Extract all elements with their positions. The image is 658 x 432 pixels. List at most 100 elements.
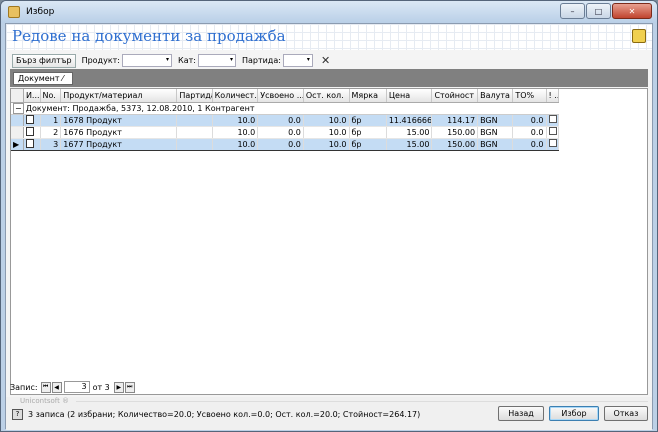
cell-no: 2 [40,126,62,139]
group-by-document-chip[interactable]: Документ ⁄ [13,71,73,85]
cell-value: 150.00 [431,126,479,139]
col-header-rest[interactable]: Ост. кол. [303,89,350,103]
bottom-panel: Unicontsoft ® ? 3 записа (2 избрани; Кол… [6,397,652,430]
note-icon[interactable] [632,29,646,43]
cell-to-percent: 0.0 [512,126,547,139]
group-by-panel: Документ ⁄ [10,69,648,87]
cat-filter-combo[interactable]: ▾ [197,54,236,67]
row-doc-icon-cell [23,126,41,139]
row-header-corner [11,89,24,103]
cell-quantity: 10.0 [212,137,259,151]
chevron-down-icon: ▾ [229,56,233,63]
quick-filter-button[interactable]: Бърз филтър [12,53,76,68]
help-icon[interactable]: ? [12,409,23,420]
group-row[interactable]: − Документ: Продажба, 5373, 12.08.2010, 1… [11,102,559,115]
app-icon [8,6,20,18]
cell-rest: 10.0 [303,114,350,127]
table-row[interactable]: 1 1678 Продукт 10.0 0.0 10.0 бр 11.41666… [11,114,559,127]
title-bar[interactable]: Избор – □ ✕ [1,1,657,23]
clear-filter-icon[interactable]: ✕ [321,54,330,67]
cell-batch [176,137,213,151]
col-header-product[interactable]: Продукт/материал [60,89,178,103]
cell-currency: BGN [477,126,514,139]
grid-header: И... No. Продукт/материал Партида Количе… [11,89,559,103]
next-record-button[interactable]: ▶ [113,381,124,393]
cell-product: 1677 Продукт [60,137,178,151]
col-header-unit[interactable]: Мярка [349,89,387,103]
record-number-input[interactable]: 3 [63,381,90,393]
cell-value: 114.17 [431,114,479,127]
col-header-quantity[interactable]: Количест... [212,89,259,103]
cell-quantity: 10.0 [212,126,259,139]
col-header-used[interactable]: Усвоено ... [257,89,304,103]
document-icon [25,126,34,136]
last-record-button[interactable]: ⏭ [124,381,135,393]
record-count: от 3 [92,382,110,392]
table-row[interactable]: ▶ 3 1677 Продукт 10.0 0.0 10.0 бр 15.00 … [11,137,559,151]
cell-value: 150.00 [431,137,479,151]
cell-used: 0.0 [257,137,304,151]
cell-used: 0.0 [257,114,304,127]
filter-bar: Бърз филтър Продукт: ▾ Кат: ▾ Партида: ▾… [10,52,648,69]
cell-flag [546,114,559,127]
group-row-cell: − Документ: Продажба, 5373, 12.08.2010, 1… [11,102,559,115]
row-header[interactable] [11,114,24,127]
col-header-batch[interactable]: Партида [176,89,213,103]
row-checkbox[interactable] [548,115,557,123]
maximize-button[interactable]: □ [586,3,611,19]
cell-rest: 10.0 [303,126,350,139]
col-header-currency[interactable]: Валута [477,89,514,103]
select-button[interactable]: Избор [549,406,599,421]
record-label: Запис: [10,382,38,392]
col-header-price[interactable]: Цена [386,89,433,103]
cancel-button[interactable]: Отказ [604,406,648,421]
product-filter-combo[interactable]: ▾ [122,54,173,67]
cell-no: 1 [40,114,62,127]
batch-filter-combo[interactable]: ▾ [282,54,313,67]
col-header-flag[interactable]: ! ... [546,89,559,103]
window: Избор – □ ✕ Редове на документи за прода… [0,0,658,432]
current-row-indicator-icon: ▶ [13,139,20,149]
row-doc-icon-cell [23,137,41,151]
cell-unit: бр [349,114,387,127]
brand-label: Unicontsoft ® [20,397,70,405]
data-grid[interactable]: И... No. Продукт/материал Партида Количе… [10,88,648,395]
cell-quantity: 10.0 [212,114,259,127]
cell-no: 3 [40,137,62,151]
record-navigator: Запис: ⏮ ◀ 3 от 3 ▶ ⏭ [10,380,135,394]
row-checkbox[interactable] [548,127,557,135]
chevron-down-icon: ▾ [166,56,170,63]
cell-product: 1678 Продукт [60,114,178,127]
product-filter-label: Продукт: [81,56,121,65]
col-header-to-percent[interactable]: ТО% [512,89,547,103]
col-header-icon[interactable]: И... [23,89,41,103]
cell-to-percent: 0.0 [512,114,547,127]
cell-flag [546,126,559,139]
cell-unit: бр [349,126,387,139]
row-header[interactable]: ▶ [11,137,24,151]
window-controls: – □ ✕ [559,3,652,19]
col-header-no[interactable]: No. [40,89,62,103]
cell-batch [176,114,213,127]
back-button[interactable]: Назад [498,406,544,421]
cell-unit: бр [349,137,387,151]
document-icon [25,114,34,124]
close-button[interactable]: ✕ [612,3,652,19]
cell-to-percent: 0.0 [512,137,547,151]
row-header[interactable] [11,126,24,139]
col-header-value[interactable]: Стойност [431,89,479,103]
cell-rest: 10.0 [303,137,350,151]
row-doc-icon-cell [23,114,41,127]
first-record-button[interactable]: ⏮ [40,381,51,393]
row-checkbox[interactable] [548,139,557,147]
cell-used: 0.0 [257,126,304,139]
cat-filter-label: Кат: [178,56,196,65]
minimize-button[interactable]: – [560,3,585,19]
chevron-down-icon: ▾ [306,56,310,63]
window-title: Избор [26,7,55,17]
prev-record-button[interactable]: ◀ [51,381,62,393]
table-row[interactable]: 2 1676 Продукт 10.0 0.0 10.0 бр 15.00 15… [11,126,559,139]
document-icon [25,139,34,148]
cell-product: 1676 Продукт [60,126,178,139]
group-collapse-toggle[interactable]: − [13,102,24,113]
